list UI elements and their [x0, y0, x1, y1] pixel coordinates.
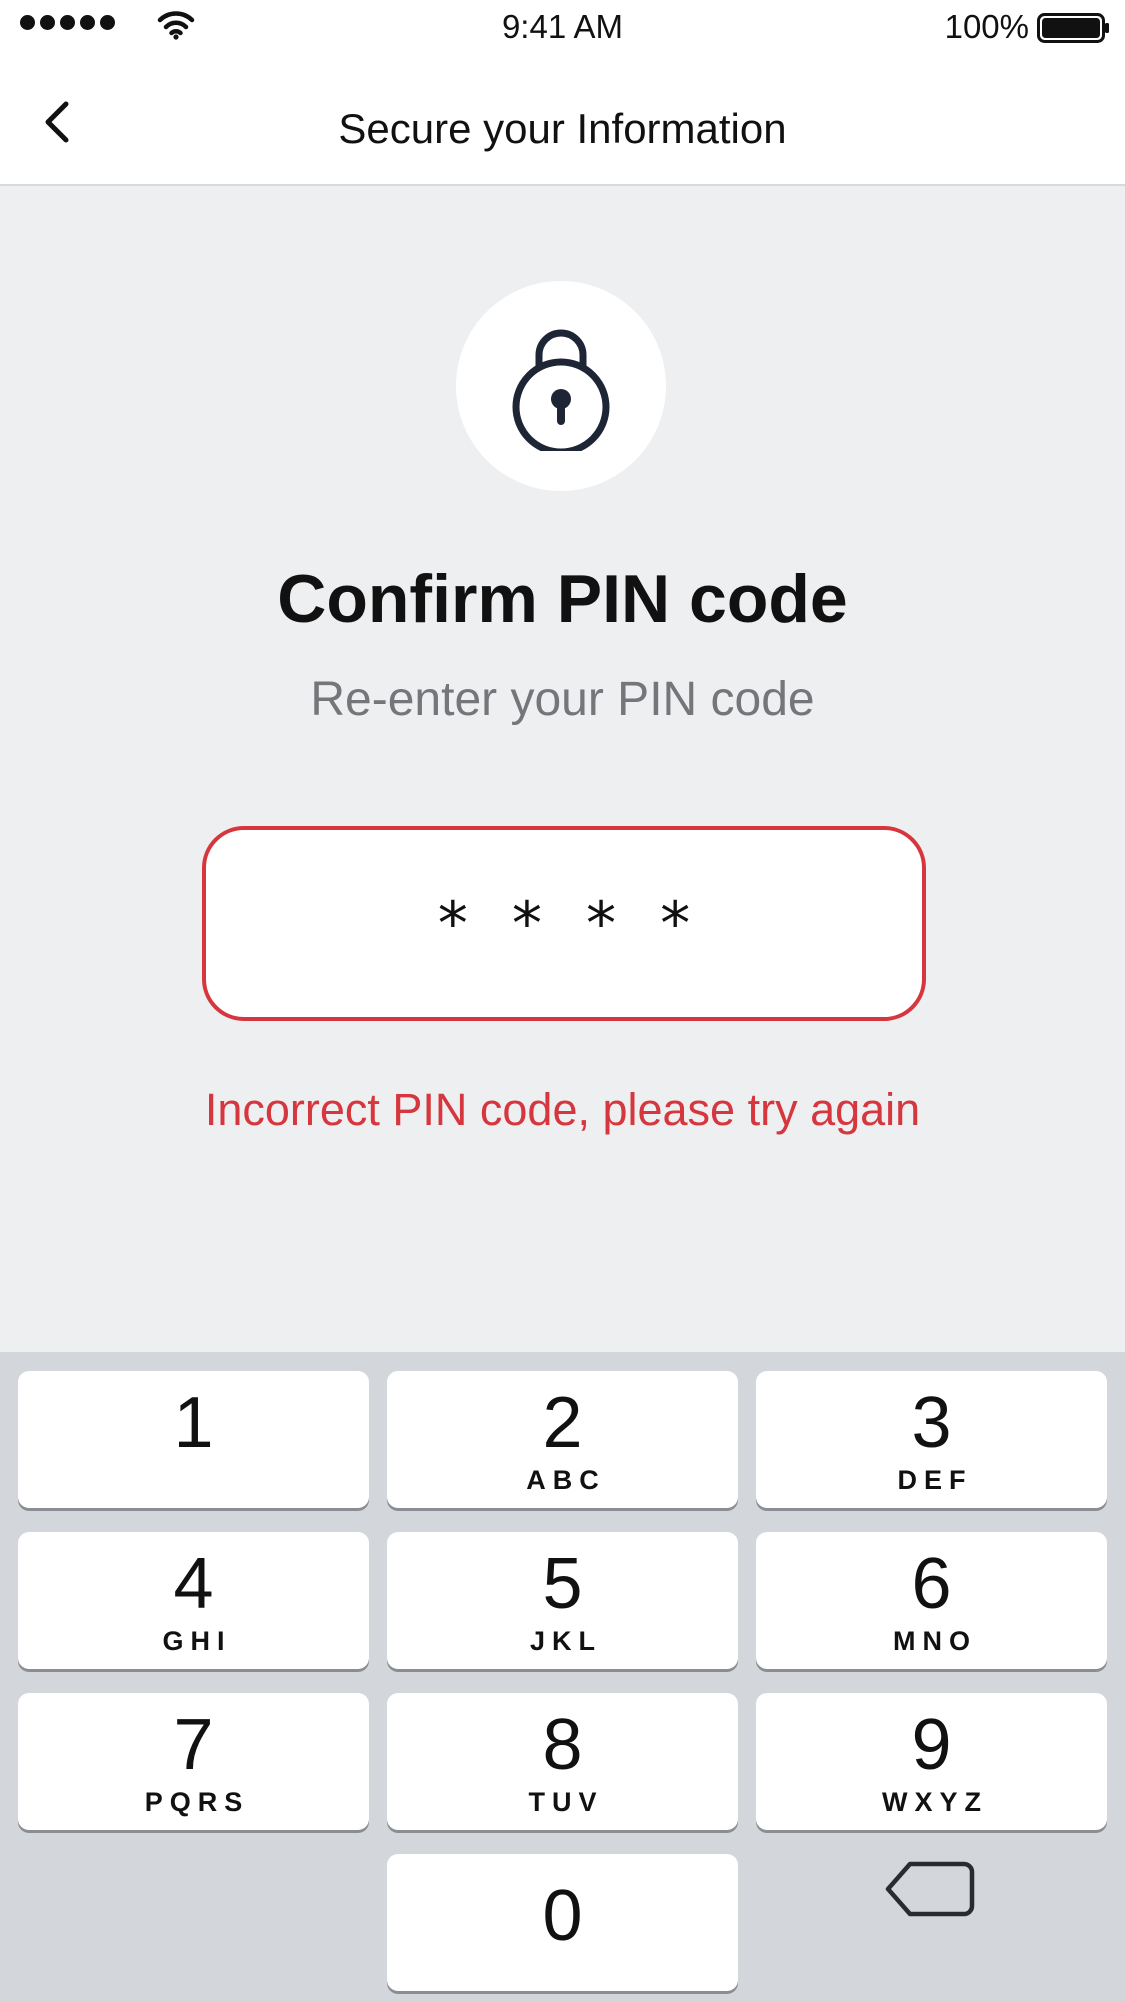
battery-percent: 100% — [944, 8, 1029, 45]
key-letters: MNO — [893, 1626, 977, 1656]
key-digit: 5 — [542, 1544, 583, 1624]
lock-badge — [456, 281, 666, 491]
battery-icon — [1037, 13, 1109, 43]
key-7[interactable]: 7 PQRS — [18, 1693, 369, 1830]
key-digit: 3 — [911, 1383, 952, 1463]
key-9[interactable]: 9 WXYZ — [756, 1693, 1107, 1830]
key-letters: WXYZ — [882, 1787, 988, 1817]
key-digit: 0 — [542, 1876, 583, 1956]
error-message: Incorrect PIN code, please try again — [204, 1084, 921, 1135]
padlock-icon — [512, 329, 610, 451]
key-letters: DEF — [897, 1465, 973, 1495]
key-letters: PQRS — [144, 1787, 250, 1817]
key-8[interactable]: 8 TUV — [387, 1693, 738, 1830]
status-bar: 9:41 AM 100% — [0, 0, 1125, 56]
key-2[interactable]: 2 ABC — [387, 1371, 738, 1508]
key-letters: ABC — [526, 1465, 606, 1495]
confirm-pin-heading: Confirm PIN code — [277, 561, 848, 637]
delete-button[interactable] — [882, 1856, 982, 1926]
key-digit: 2 — [542, 1383, 583, 1463]
key-3[interactable]: 3 DEF — [756, 1371, 1107, 1508]
key-letters: JKL — [529, 1626, 602, 1656]
key-0[interactable]: 0 — [387, 1854, 738, 1991]
pin-instructions: Re-enter your PIN code — [310, 673, 815, 726]
key-5[interactable]: 5 JKL — [387, 1532, 738, 1669]
key-letters: TUV — [528, 1787, 604, 1817]
key-4[interactable]: 4 GHI — [18, 1532, 369, 1669]
backspace-icon — [885, 1861, 975, 1917]
key-digit: 6 — [911, 1544, 952, 1624]
key-digit: 9 — [911, 1705, 952, 1785]
key-6[interactable]: 6 MNO — [756, 1532, 1107, 1669]
key-letters: GHI — [162, 1626, 232, 1656]
key-digit: 1 — [173, 1383, 214, 1463]
pin-input[interactable]: **** — [202, 826, 926, 1021]
key-digit: 7 — [173, 1705, 214, 1785]
navigation-bar: Secure your Information — [0, 56, 1125, 186]
key-digit: 4 — [173, 1544, 214, 1624]
page-title: Secure your Information — [338, 105, 787, 152]
key-1[interactable]: 1 — [18, 1371, 369, 1508]
key-digit: 8 — [542, 1705, 583, 1785]
